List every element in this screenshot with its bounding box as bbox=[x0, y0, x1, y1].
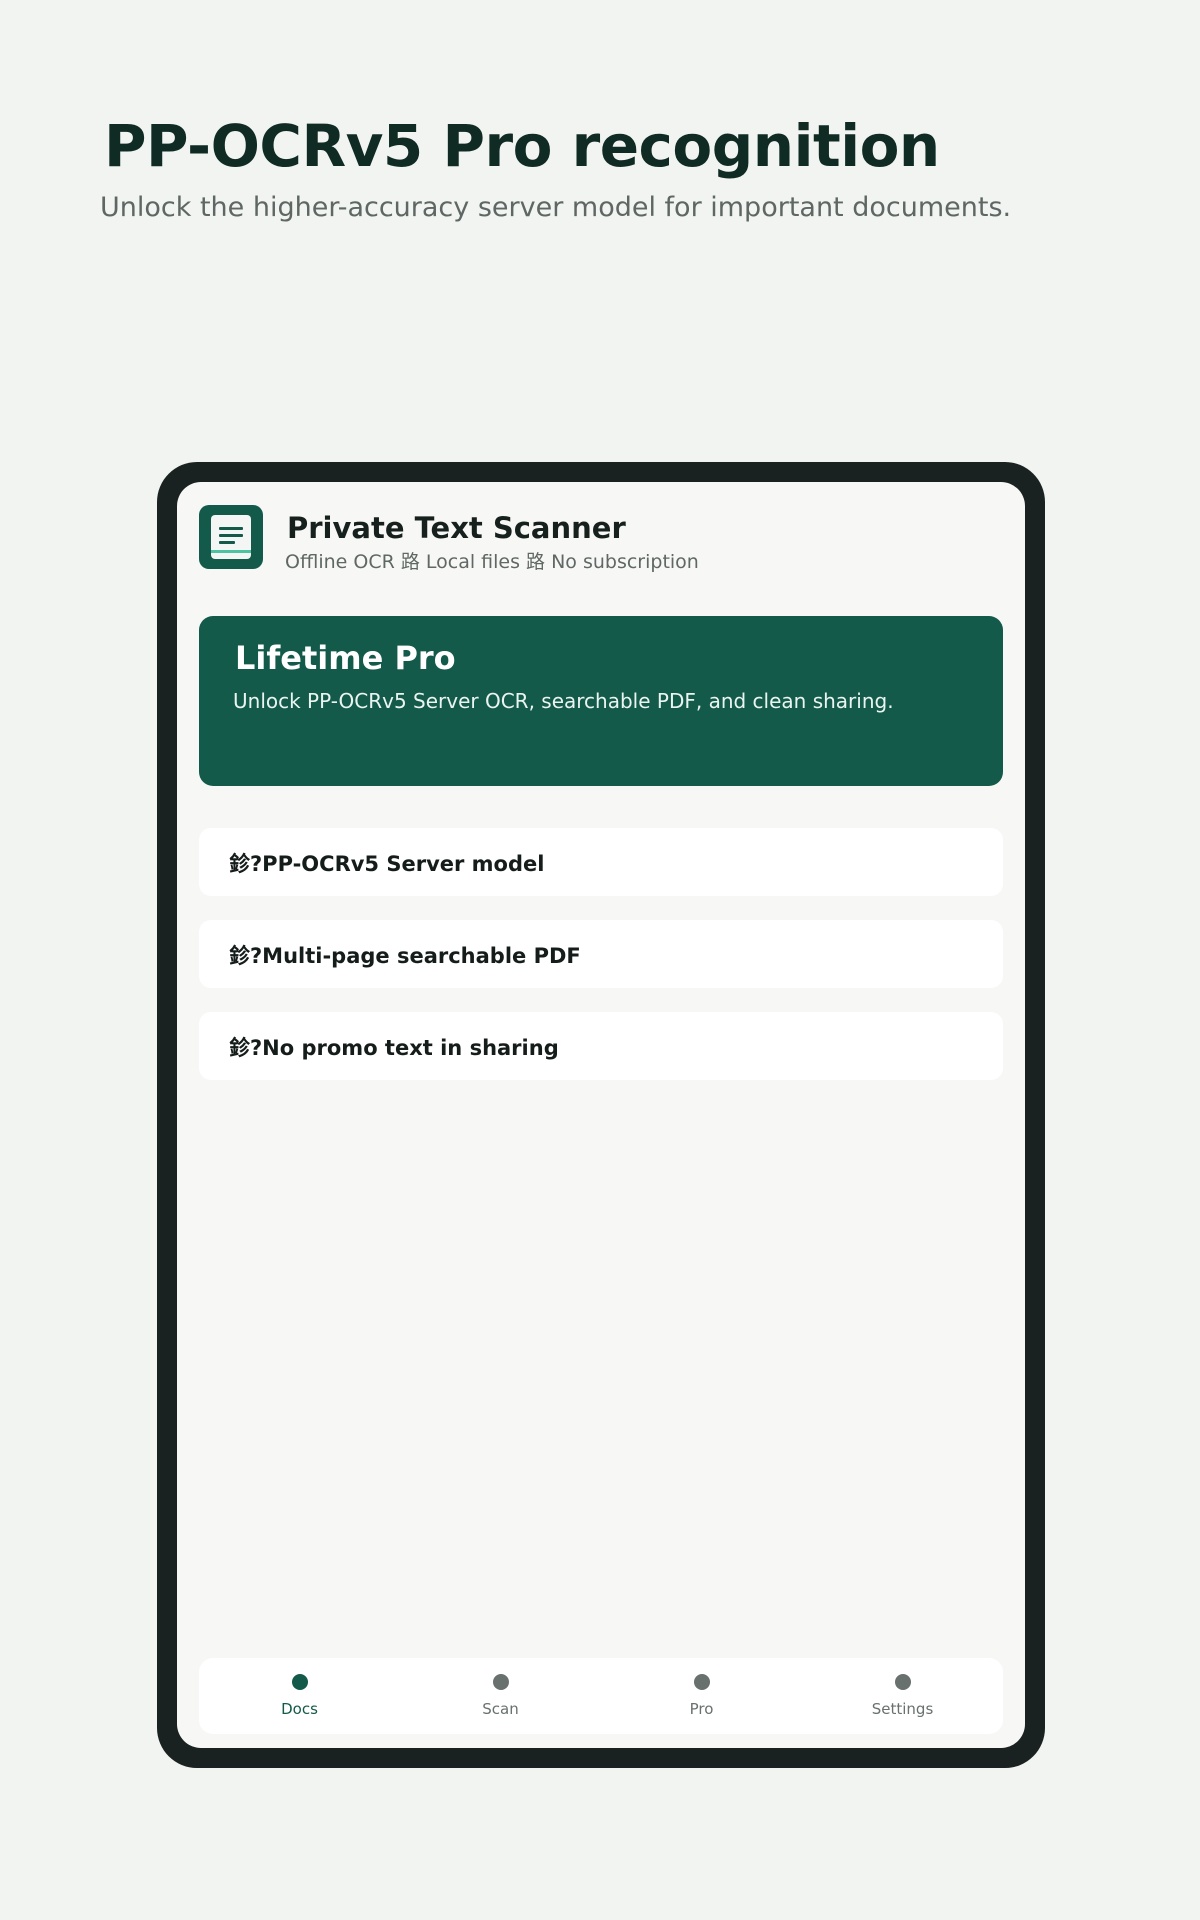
page-subheadline: Unlock the higher-accuracy server model … bbox=[100, 192, 1012, 223]
nav-item-docs[interactable]: Docs bbox=[199, 1658, 400, 1734]
nav-item-pro[interactable]: Pro bbox=[601, 1658, 802, 1734]
feature-item-server-model: 鉁?PP-OCRv5 Server model bbox=[199, 828, 1003, 896]
nav-item-scan[interactable]: Scan bbox=[400, 1658, 601, 1734]
app-tagline: Offline OCR 路 Local files 路 No subscript… bbox=[285, 551, 699, 573]
feature-label: 鉁?PP-OCRv5 Server model bbox=[229, 852, 545, 876]
app-title: Private Text Scanner bbox=[287, 511, 626, 545]
nav-dot-icon bbox=[291, 1674, 308, 1690]
nav-label: Docs bbox=[281, 1700, 318, 1718]
page-headline: PP-OCRv5 Pro recognition bbox=[104, 112, 940, 180]
tablet-frame: Private Text Scanner Offline OCR 路 Local… bbox=[157, 462, 1045, 1768]
feature-label: 鉁?Multi-page searchable PDF bbox=[229, 944, 581, 968]
app-screen: Private Text Scanner Offline OCR 路 Local… bbox=[177, 482, 1025, 1748]
feature-item-searchable-pdf: 鉁?Multi-page searchable PDF bbox=[199, 920, 1003, 988]
pro-card-title: Lifetime Pro bbox=[235, 639, 456, 677]
feature-item-clean-sharing: 鉁?No promo text in sharing bbox=[199, 1012, 1003, 1080]
document-icon bbox=[199, 505, 263, 569]
nav-label: Scan bbox=[482, 1700, 519, 1718]
nav-item-settings[interactable]: Settings bbox=[802, 1658, 1003, 1734]
pro-card-description: Unlock PP-OCRv5 Server OCR, searchable P… bbox=[233, 689, 894, 713]
lifetime-pro-card[interactable]: Lifetime Pro Unlock PP-OCRv5 Server OCR,… bbox=[199, 616, 1003, 786]
nav-dot-icon bbox=[492, 1674, 509, 1690]
nav-label: Pro bbox=[689, 1700, 714, 1718]
feature-label: 鉁?No promo text in sharing bbox=[229, 1036, 559, 1060]
nav-dot-icon bbox=[894, 1674, 911, 1690]
nav-dot-icon bbox=[693, 1674, 710, 1690]
nav-label: Settings bbox=[871, 1700, 934, 1718]
app-header: Private Text Scanner Offline OCR 路 Local… bbox=[199, 505, 1003, 573]
bottom-navigation: Docs Scan Pro Settings bbox=[199, 1658, 1003, 1734]
